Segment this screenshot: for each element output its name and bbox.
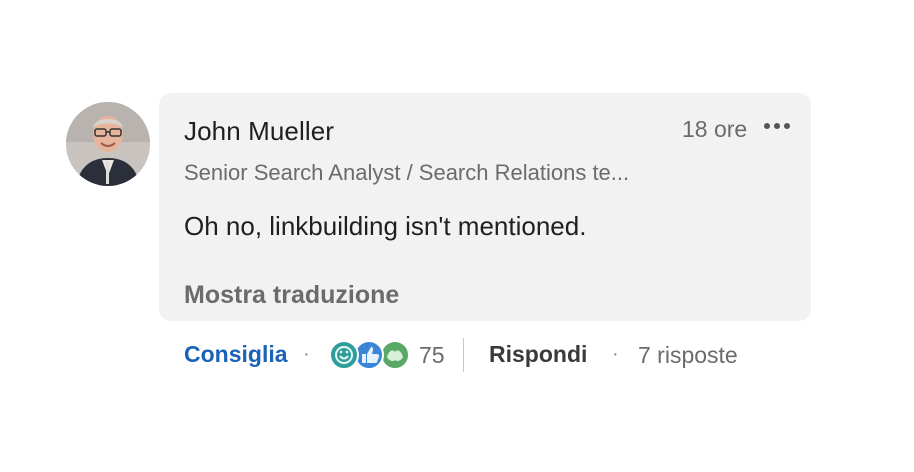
celebrate-icon xyxy=(329,340,359,370)
reaction-count[interactable]: 75 xyxy=(419,342,445,369)
like-icon xyxy=(354,340,384,370)
separator-dot: · xyxy=(303,343,310,365)
comment-text: Oh no, linkbuilding isn't mentioned. xyxy=(184,211,587,241)
avatar[interactable] xyxy=(66,102,150,186)
comment-timestamp: 18 ore xyxy=(682,116,748,142)
like-button[interactable]: Consiglia xyxy=(184,341,288,368)
more-options-button[interactable] xyxy=(758,111,798,141)
support-icon xyxy=(380,340,410,370)
separator-dot: · xyxy=(612,343,619,365)
avatar-photo xyxy=(66,102,150,186)
reactions-summary[interactable] xyxy=(329,340,411,370)
more-horizontal-icon xyxy=(764,123,790,129)
show-translation-button[interactable]: Mostra traduzione xyxy=(184,281,399,310)
author-name[interactable]: John Mueller xyxy=(184,116,334,147)
author-headline: Senior Search Analyst / Search Relations… xyxy=(184,160,630,185)
replies-count-link[interactable]: 7 risposte xyxy=(638,342,738,369)
reply-button[interactable]: Rispondi xyxy=(489,341,587,368)
action-divider xyxy=(463,338,464,372)
